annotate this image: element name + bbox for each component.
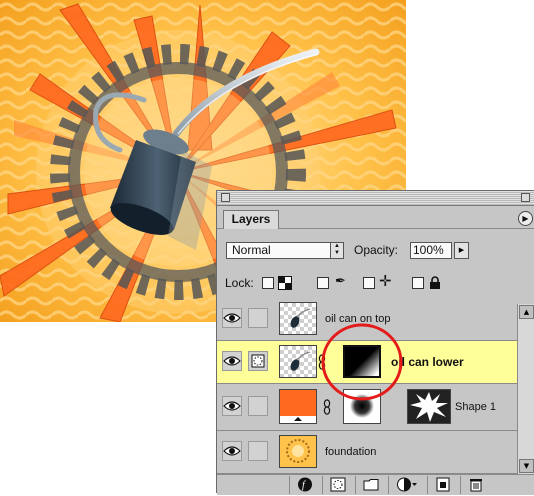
blend-mode-select[interactable]: Normal ▲ ▼	[226, 242, 344, 259]
opacity-input[interactable]: 100%	[410, 242, 452, 259]
layer-row-shape-1[interactable]: Shape 1	[217, 384, 517, 431]
lock-label: Lock:	[225, 276, 254, 290]
scroll-up-arrow-icon[interactable]: ▲	[519, 305, 534, 319]
collapse-box-icon[interactable]	[521, 193, 530, 202]
layer-name[interactable]: Shape 1	[455, 401, 496, 413]
close-box-icon[interactable]	[221, 193, 230, 202]
layer-link-cell[interactable]	[248, 441, 268, 461]
opacity-slider-arrow-icon[interactable]: ▶	[454, 242, 469, 259]
mask-active-icon[interactable]	[248, 351, 268, 371]
layers-palette: Layers ▶ Normal ▲ ▼ Opacity: 100% ▶ Lock:…	[216, 190, 534, 495]
lock-transparency-checkbox[interactable]	[262, 277, 274, 289]
lock-all-checkbox[interactable]	[412, 277, 424, 289]
blend-mode-spinner-icon[interactable]: ▲ ▼	[330, 243, 343, 258]
lock-image-checkbox[interactable]	[317, 277, 329, 289]
lock-position-checkbox[interactable]	[363, 277, 375, 289]
transparency-lock-icon	[278, 276, 292, 290]
layer-name[interactable]: foundation	[325, 446, 376, 458]
new-layer-icon[interactable]	[435, 477, 451, 492]
move-icon: ✛	[379, 272, 392, 290]
layer-link-cell[interactable]	[248, 396, 268, 416]
link-icon[interactable]	[318, 354, 326, 370]
layer-name[interactable]: oil can lower	[391, 355, 464, 369]
layer-link-cell[interactable]	[248, 308, 268, 328]
shape-thumbnail	[407, 389, 451, 424]
layer-row-foundation[interactable]: foundation	[217, 431, 517, 474]
layer-thumbnail	[279, 435, 317, 468]
add-mask-icon[interactable]	[330, 477, 346, 492]
palette-tab-row: Layers ▶	[217, 206, 534, 229]
eye-icon[interactable]	[222, 308, 242, 328]
trash-icon[interactable]	[468, 477, 484, 492]
adjustment-layer-icon[interactable]	[396, 477, 417, 492]
layer-row-oil-can-on-top[interactable]: oil can on top	[217, 298, 517, 341]
palette-menu-arrow-icon[interactable]: ▶	[518, 211, 533, 226]
layers-scrollbar[interactable]: ▲ ▼	[517, 304, 534, 474]
layer-thumbnail	[279, 345, 317, 378]
brush-icon: ✒	[335, 274, 346, 289]
palette-titlebar[interactable]	[217, 191, 534, 206]
opacity-label: Opacity:	[354, 243, 399, 257]
new-group-folder-icon[interactable]	[363, 477, 379, 492]
scroll-down-arrow-icon[interactable]: ▼	[519, 459, 534, 473]
layer-mask-thumbnail[interactable]	[343, 345, 381, 378]
layer-style-icon[interactable]: f	[297, 477, 313, 492]
palette-bottom-toolbar: f	[217, 474, 534, 495]
lock-icon	[430, 276, 440, 289]
layer-color-thumbnail	[279, 389, 317, 424]
vector-mask-thumbnail	[343, 389, 381, 424]
layer-row-oil-can-lower[interactable]: oil can lower	[217, 341, 517, 384]
eye-icon[interactable]	[222, 396, 242, 416]
eye-icon[interactable]	[222, 441, 242, 461]
eye-icon[interactable]	[222, 351, 242, 371]
layer-name[interactable]: oil can on top	[325, 313, 390, 325]
tab-layers[interactable]: Layers	[223, 210, 279, 229]
link-icon[interactable]	[323, 399, 331, 415]
blend-mode-value: Normal	[232, 243, 271, 257]
layer-thumbnail	[279, 302, 317, 335]
